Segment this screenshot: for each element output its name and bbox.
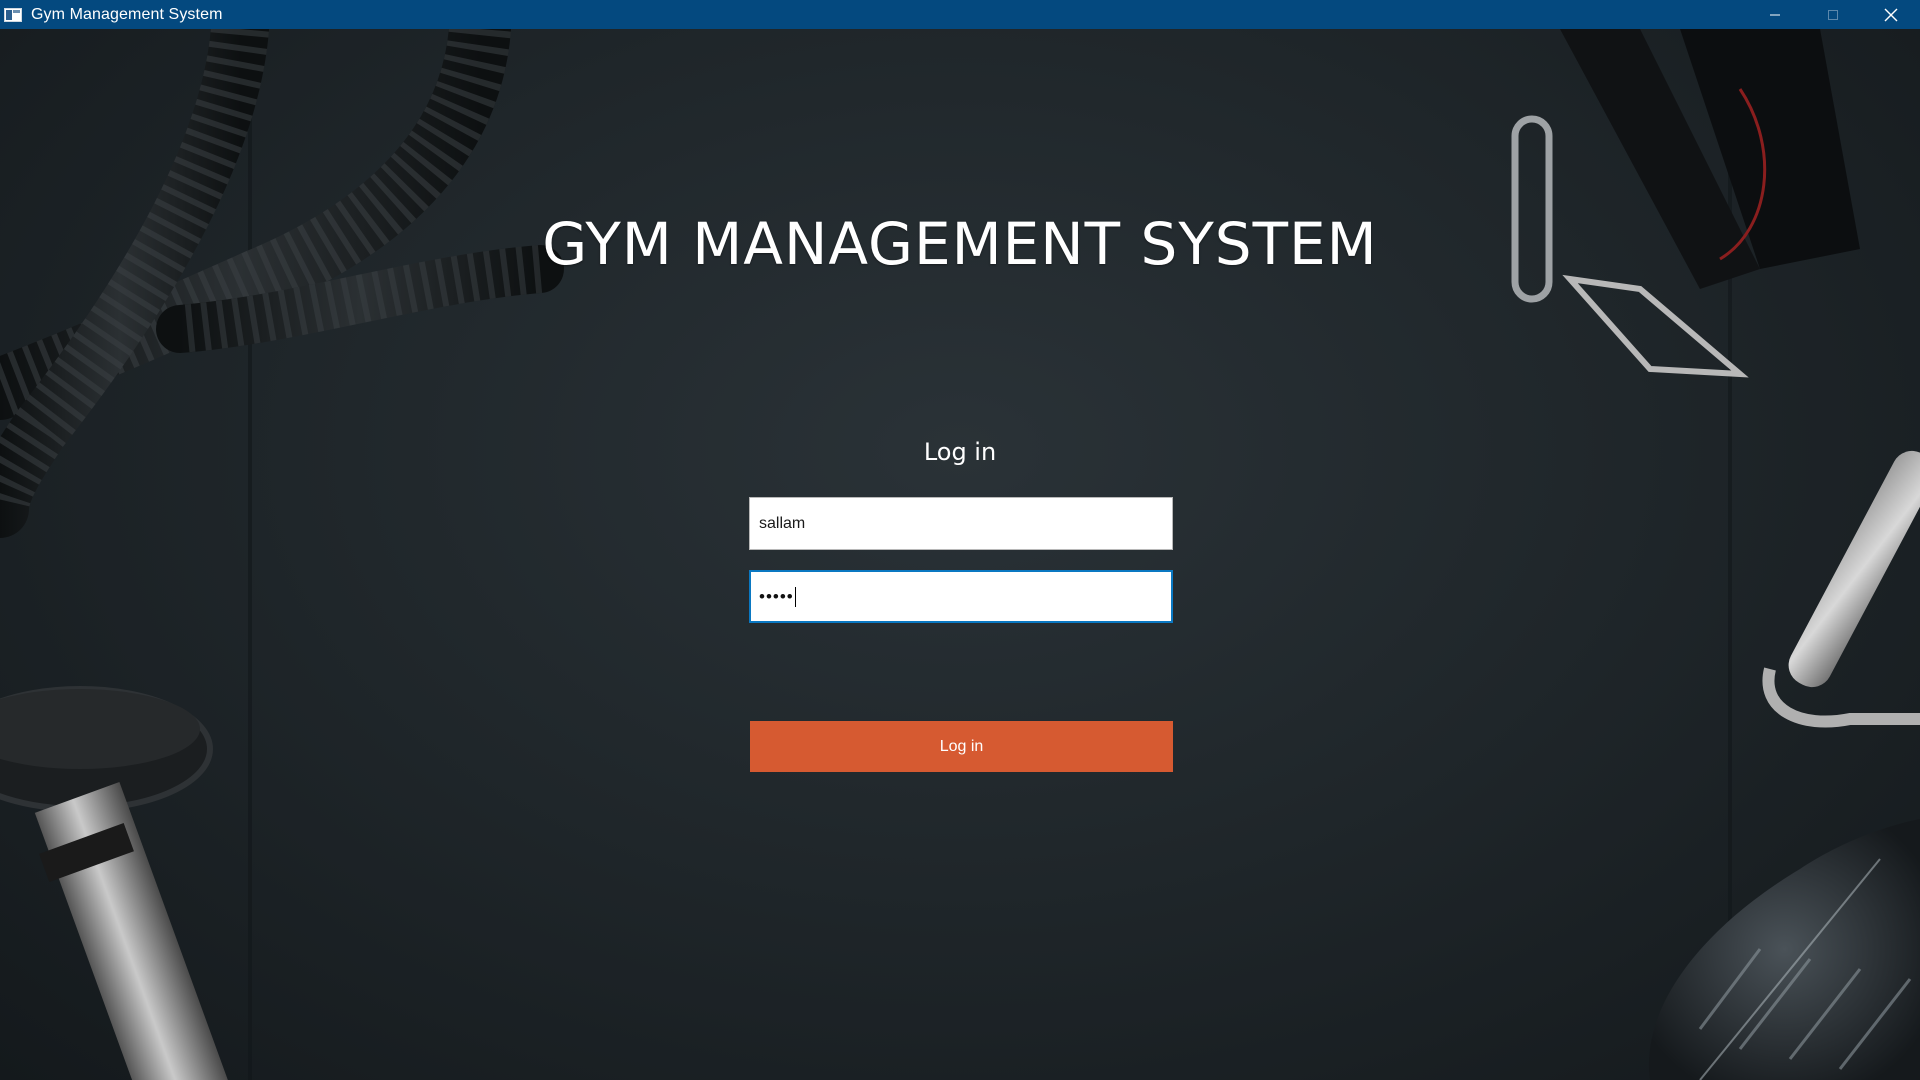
username-value: sallam xyxy=(759,514,806,532)
password-value: ••••• xyxy=(759,586,794,606)
minimize-button[interactable] xyxy=(1746,0,1804,29)
password-input[interactable]: ••••• xyxy=(749,570,1173,623)
maximize-button[interactable] xyxy=(1804,0,1862,29)
app-icon xyxy=(4,7,22,22)
text-caret xyxy=(794,586,796,607)
username-input[interactable]: sallam xyxy=(749,497,1173,550)
page-title: GYM MANAGEMENT SYSTEM xyxy=(542,210,1378,278)
minimize-icon xyxy=(1770,14,1780,15)
window-title: Gym Management System xyxy=(31,5,223,23)
login-form-title: Log in xyxy=(923,438,997,466)
maximize-icon xyxy=(1828,9,1838,20)
title-bar[interactable]: Gym Management System xyxy=(0,0,1920,29)
background-image xyxy=(0,29,1920,1080)
window-controls xyxy=(1746,0,1920,29)
login-button[interactable]: Log in xyxy=(750,721,1173,772)
app-window: Gym Management System GYM MANAGEMENT SYS… xyxy=(0,0,1920,1080)
close-icon xyxy=(1884,8,1898,21)
gym-equipment-background xyxy=(0,29,1920,1080)
close-button[interactable] xyxy=(1862,0,1920,29)
